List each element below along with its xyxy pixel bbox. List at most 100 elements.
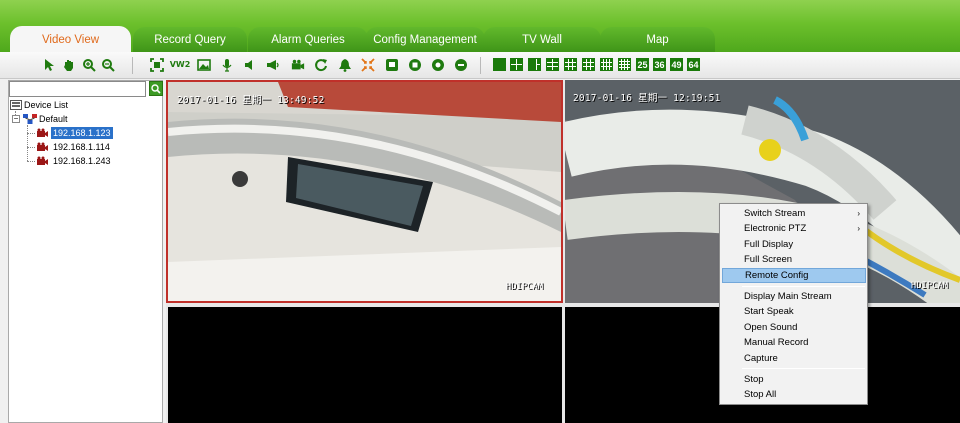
pause-icon[interactable] [454, 58, 468, 72]
context-menu: Switch Stream › Electronic PTZ › Full Di… [719, 203, 868, 405]
menu-item-electronic-ptz[interactable]: Electronic PTZ › [722, 221, 866, 236]
menu-item-label: Electronic PTZ [744, 223, 807, 234]
menu-item-stop-all[interactable]: Stop All [722, 387, 866, 402]
device-ip-label: 192.168.1.243 [53, 156, 111, 166]
menu-item-label: Stop [744, 374, 764, 385]
tree-group-default[interactable]: − Default [12, 112, 68, 126]
layout-1-button[interactable] [493, 58, 506, 71]
camera-device-icon [37, 128, 48, 137]
layout-6-button[interactable] [528, 58, 541, 71]
tab-video-view[interactable]: Video View [10, 26, 131, 53]
tree-connector [27, 133, 35, 134]
tree-device-item[interactable]: 192.168.1.114 [36, 140, 112, 154]
menu-item-label: Remote Config [745, 270, 809, 281]
menu-item-start-speak[interactable]: Start Speak [722, 304, 866, 319]
menu-item-label: Capture [744, 353, 778, 364]
tree-connector [27, 125, 28, 161]
video-record-icon[interactable] [290, 58, 306, 72]
tree-group-label: Default [39, 114, 68, 124]
speaker-icon[interactable] [243, 58, 257, 72]
menu-item-switch-stream[interactable]: Switch Stream › [722, 206, 866, 221]
tab-record-query[interactable]: Record Query [133, 27, 247, 52]
layout-9-button[interactable] [564, 58, 577, 71]
toolbar-separator [132, 57, 133, 74]
layout-49-button[interactable]: 49 [670, 58, 683, 71]
menu-item-label: Full Display [744, 239, 794, 250]
shrink-icon[interactable] [361, 58, 375, 72]
device-search-button[interactable] [149, 81, 163, 96]
menu-item-full-display[interactable]: Full Display [722, 237, 866, 252]
osd-timestamp: 2017-01-16 星期一 12:19:51 [573, 93, 721, 104]
menu-item-full-screen[interactable]: Full Screen [722, 252, 866, 267]
collapse-icon[interactable]: − [12, 115, 20, 123]
menu-item-manual-record[interactable]: Manual Record [722, 335, 866, 350]
menu-item-stop[interactable]: Stop [722, 372, 866, 387]
osd-timestamp: 2017-01-16 星期一 13:49:52 [177, 95, 325, 106]
camera-device-icon [37, 156, 48, 165]
tree-device-item[interactable]: 192.168.1.123 [36, 126, 113, 140]
menu-separator [742, 286, 865, 287]
layout-25-button[interactable]: 25 [636, 58, 649, 71]
record-icon[interactable] [431, 58, 445, 72]
device-ip-label: 192.168.1.114 [53, 142, 110, 152]
layout-13-button[interactable] [600, 58, 613, 71]
menu-item-label: Full Screen [744, 254, 793, 265]
camera-feed-image [168, 82, 561, 301]
stop-icon[interactable] [408, 58, 422, 72]
tab-map[interactable]: Map [600, 27, 715, 52]
menu-item-open-sound[interactable]: Open Sound [722, 320, 866, 335]
fullscreen-icon[interactable] [150, 58, 164, 72]
search-icon [151, 83, 161, 94]
tree-connector [27, 147, 35, 148]
tab-config-management[interactable]: Config Management [365, 27, 485, 52]
broadcast-icon[interactable] [266, 58, 280, 72]
device-tree-panel: Device List − Default 192.168.1.123 192.… [8, 80, 163, 423]
menu-item-label: Start Speak [744, 306, 794, 317]
layout-10-button[interactable] [582, 58, 595, 71]
vw2-icon[interactable]: VW2 [170, 58, 191, 72]
menu-item-remote-config[interactable]: Remote Config [722, 268, 866, 283]
tree-device-item[interactable]: 192.168.1.243 [36, 154, 113, 168]
osd-watermark: HDIPCAM [911, 281, 949, 291]
menu-separator [742, 368, 865, 369]
tab-tv-wall[interactable]: TV Wall [483, 27, 601, 52]
submenu-arrow-icon: › [857, 224, 860, 233]
layout-64-button[interactable]: 64 [687, 58, 700, 71]
zoom-in-icon[interactable] [82, 58, 96, 72]
select-cursor-icon[interactable] [42, 58, 56, 72]
refresh-icon[interactable] [314, 58, 328, 72]
microphone-icon[interactable] [220, 58, 234, 72]
menu-item-label: Stop All [744, 389, 777, 400]
menu-item-label: Switch Stream [744, 208, 806, 219]
submenu-arrow-icon: › [857, 209, 860, 218]
tab-alarm-queries[interactable]: Alarm Queries [248, 27, 368, 52]
tree-connector [27, 161, 35, 162]
device-list-icon [10, 100, 22, 110]
tree-root-device-list[interactable]: Device List [10, 98, 68, 112]
video-cell-3[interactable] [168, 307, 562, 423]
menu-item-label: Open Sound [744, 322, 798, 333]
zoom-out-icon[interactable] [101, 58, 115, 72]
layout-8-button[interactable] [546, 58, 559, 71]
network-group-icon [23, 114, 37, 124]
layout-4-button[interactable] [510, 58, 523, 71]
layout-36-button[interactable]: 36 [653, 58, 666, 71]
menu-item-label: Display Main Stream [744, 291, 832, 302]
window-icon[interactable] [385, 58, 399, 72]
camera-device-icon [37, 142, 48, 151]
menu-item-display-main-stream[interactable]: Display Main Stream [722, 289, 866, 304]
toolbar-separator [480, 57, 481, 74]
toolbar: VW2 25 36 49 64 [0, 52, 960, 79]
video-cell-1[interactable]: 2017-01-16 星期一 13:49:52 HDIPCAM [166, 80, 563, 303]
snapshot-icon[interactable] [197, 58, 211, 72]
osd-watermark: HDIPCAM [506, 282, 544, 292]
device-ip-label: 192.168.1.123 [51, 127, 113, 139]
menu-item-capture[interactable]: Capture [722, 351, 866, 366]
layout-16-button[interactable] [618, 58, 631, 71]
menu-item-label: Manual Record [744, 337, 809, 348]
tree-root-label: Device List [24, 100, 69, 110]
device-search-input[interactable] [9, 81, 146, 97]
pan-hand-icon[interactable] [62, 58, 76, 72]
alarm-bell-icon[interactable] [338, 58, 352, 72]
header-bar: Video View Record Query Alarm Queries Co… [0, 0, 960, 53]
